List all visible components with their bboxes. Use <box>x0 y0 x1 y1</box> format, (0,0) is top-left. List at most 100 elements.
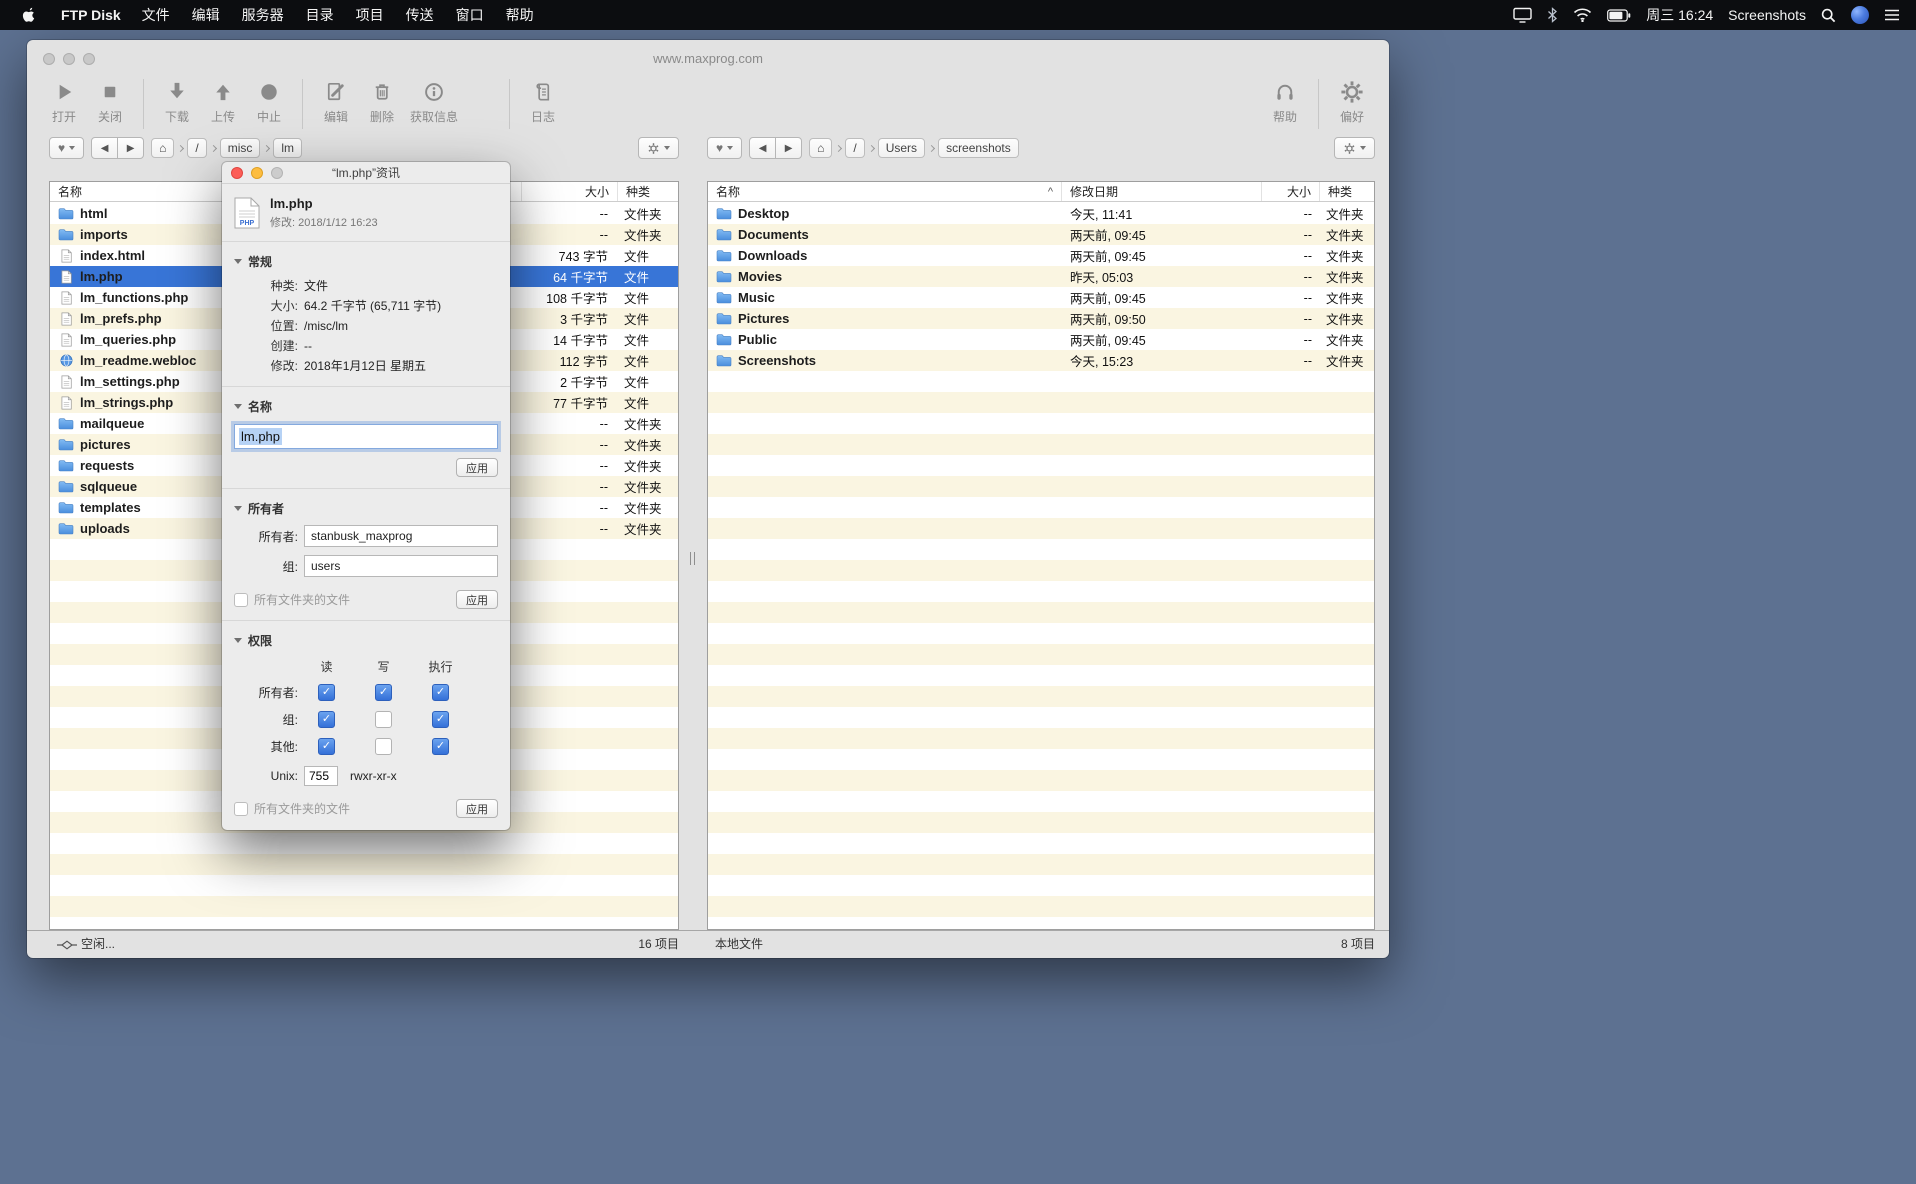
back-button[interactable]: ◀ <box>749 137 776 159</box>
file-row[interactable]: Desktop 今天, 11:41 -- 文件夹 <box>708 203 1374 224</box>
file-name: requests <box>80 458 134 473</box>
app-name-menu[interactable]: FTP Disk <box>51 7 131 23</box>
menu-item[interactable]: 窗口 <box>445 5 495 25</box>
path-crumb[interactable]: misc <box>220 138 261 158</box>
path-crumb[interactable]: screenshots <box>938 138 1019 158</box>
all-files-checkbox[interactable] <box>234 593 248 607</box>
file-row[interactable]: Documents 两天前, 09:45 -- 文件夹 <box>708 224 1374 245</box>
favorites-button[interactable]: ♥ <box>707 137 742 159</box>
column-header-kind[interactable]: 种类 <box>618 182 678 201</box>
menu-item[interactable]: 编辑 <box>181 5 231 25</box>
menu-item[interactable]: 目录 <box>295 5 345 25</box>
status-bar: 空闲... 16 项目 本地文件 8 项目 <box>27 930 1389 958</box>
home-crumb[interactable]: ⌂ <box>809 138 832 158</box>
menu-item[interactable]: 传送 <box>395 5 445 25</box>
display-icon[interactable] <box>1513 7 1532 23</box>
download-button[interactable]: 下载 <box>154 76 200 125</box>
left-actions-button[interactable] <box>638 137 679 159</box>
favorites-button[interactable]: ♥ <box>49 137 84 159</box>
write-checkbox[interactable]: ✓ <box>375 711 392 728</box>
close-dialog-button[interactable] <box>231 167 243 179</box>
menu-item[interactable]: 项目 <box>345 5 395 25</box>
column-header-size[interactable]: 大小 <box>522 182 618 201</box>
log-button[interactable]: 日志 <box>520 76 566 125</box>
preferences-button[interactable]: 偏好 <box>1329 76 1375 125</box>
upload-button[interactable]: 上传 <box>200 76 246 125</box>
abort-button[interactable]: 中止 <box>246 76 292 125</box>
write-checkbox[interactable]: ✓ <box>375 738 392 755</box>
file-row[interactable]: Music 两天前, 09:45 -- 文件夹 <box>708 287 1374 308</box>
file-row[interactable]: Screenshots 今天, 15:23 -- 文件夹 <box>708 350 1374 371</box>
list-menu-icon[interactable] <box>1884 9 1900 21</box>
column-header-kind[interactable]: 种类 <box>1320 182 1374 201</box>
menu-item[interactable]: 文件 <box>131 5 181 25</box>
zoom-window-button[interactable] <box>83 53 95 65</box>
wifi-icon[interactable] <box>1573 8 1592 22</box>
unix-mode-input[interactable] <box>304 766 338 786</box>
forward-button[interactable]: ▶ <box>775 137 802 159</box>
menu-bar: FTP Disk 文件编辑服务器目录项目传送窗口帮助 周三 16:24 Scre… <box>0 0 1916 30</box>
read-checkbox[interactable]: ✓ <box>318 738 335 755</box>
execute-checkbox[interactable]: ✓ <box>432 684 449 701</box>
edit-button[interactable]: 编辑 <box>313 76 359 125</box>
menu-bar-right-label[interactable]: Screenshots <box>1728 7 1806 23</box>
column-header-name[interactable]: 名称 ^ <box>708 182 1062 201</box>
heart-icon: ♥ <box>716 141 723 155</box>
folder-icon <box>716 312 732 325</box>
root-crumb[interactable]: / <box>187 138 206 158</box>
delete-button[interactable]: 删除 <box>359 76 405 125</box>
name-section-header[interactable]: 名称 <box>234 398 498 415</box>
pane-splitter-handle[interactable] <box>690 552 695 565</box>
window-titlebar[interactable]: www.maxprog.com <box>27 40 1389 76</box>
general-section-header[interactable]: 常规 <box>234 253 498 270</box>
owner-section-header[interactable]: 所有者 <box>234 500 498 517</box>
folder-icon <box>716 270 732 283</box>
apply-permissions-button[interactable]: 应用 <box>456 799 498 818</box>
column-header-date[interactable]: 修改日期 <box>1062 182 1262 201</box>
execute-checkbox[interactable]: ✓ <box>432 738 449 755</box>
owner-input[interactable] <box>304 525 498 547</box>
column-header-size[interactable]: 大小 <box>1262 182 1320 201</box>
file-kind: 文件夹 <box>618 456 678 475</box>
menu-bar-clock[interactable]: 周三 16:24 <box>1646 5 1713 25</box>
forward-button[interactable]: ▶ <box>117 137 144 159</box>
path-crumb[interactable]: lm <box>273 138 302 158</box>
permissions-section-header[interactable]: 权限 <box>234 632 498 649</box>
close-window-button[interactable] <box>43 53 55 65</box>
zoom-dialog-button[interactable] <box>271 167 283 179</box>
apply-name-button[interactable]: 应用 <box>456 458 498 477</box>
user-avatar-icon[interactable] <box>1851 6 1869 24</box>
help-button[interactable]: 帮助 <box>1262 76 1308 125</box>
dialog-titlebar[interactable]: “lm.php”资讯 <box>222 162 510 184</box>
search-icon[interactable] <box>1821 8 1836 23</box>
path-crumb[interactable]: Users <box>878 138 925 158</box>
file-row[interactable]: Movies 昨天, 05:03 -- 文件夹 <box>708 266 1374 287</box>
root-crumb[interactable]: / <box>845 138 864 158</box>
close-button[interactable]: 关闭 <box>87 76 133 125</box>
file-row[interactable]: Public 两天前, 09:45 -- 文件夹 <box>708 329 1374 350</box>
read-checkbox[interactable]: ✓ <box>318 711 335 728</box>
group-input[interactable] <box>304 555 498 577</box>
menu-item[interactable]: 帮助 <box>495 5 545 25</box>
minimize-window-button[interactable] <box>63 53 75 65</box>
file-row[interactable]: Pictures 两天前, 09:50 -- 文件夹 <box>708 308 1374 329</box>
apple-menu[interactable] <box>14 7 45 24</box>
file-row[interactable]: Downloads 两天前, 09:45 -- 文件夹 <box>708 245 1374 266</box>
minimize-dialog-button[interactable] <box>251 167 263 179</box>
battery-icon[interactable] <box>1607 9 1631 22</box>
open-button[interactable]: 打开 <box>41 76 87 125</box>
info-key: 修改: <box>234 357 298 375</box>
all-files-checkbox[interactable] <box>234 802 248 816</box>
home-crumb[interactable]: ⌂ <box>151 138 174 158</box>
rename-input[interactable]: lm.php <box>234 424 498 449</box>
apply-owner-button[interactable]: 应用 <box>456 590 498 609</box>
file-kind: 文件夹 <box>1320 225 1374 244</box>
right-actions-button[interactable] <box>1334 137 1375 159</box>
get-info-button[interactable]: 获取信息 <box>405 76 463 125</box>
write-checkbox[interactable]: ✓ <box>375 684 392 701</box>
menu-item[interactable]: 服务器 <box>231 5 295 25</box>
read-checkbox[interactable]: ✓ <box>318 684 335 701</box>
bluetooth-icon[interactable] <box>1547 7 1558 23</box>
execute-checkbox[interactable]: ✓ <box>432 711 449 728</box>
back-button[interactable]: ◀ <box>91 137 118 159</box>
